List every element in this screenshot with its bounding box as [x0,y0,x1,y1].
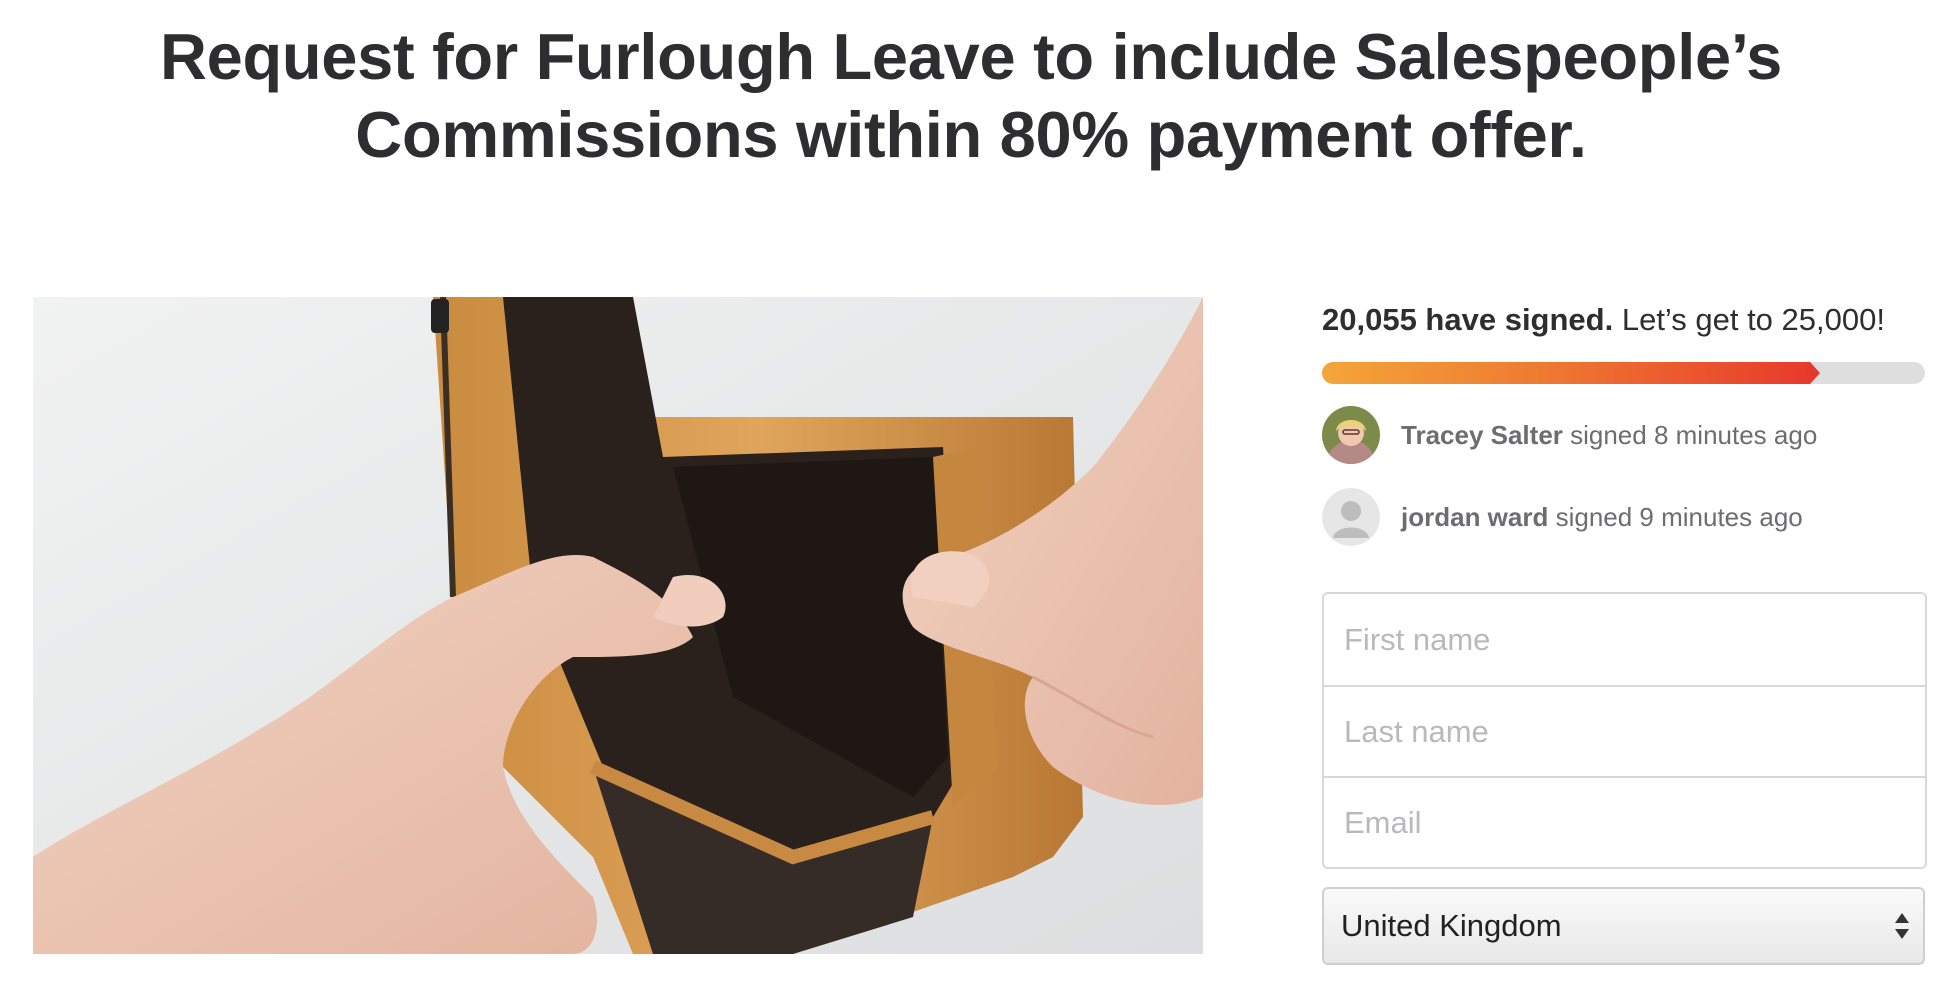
title-line-2: Commissions within 80% payment offer. [355,98,1587,171]
petition-title: Request for Furlough Leave to include Sa… [120,18,1822,174]
first-name-input[interactable] [1324,594,1925,685]
country-select-value: United Kingdom [1341,908,1562,943]
signer-avatar-photo [1322,406,1380,464]
signature-progress-bar [1322,362,1925,384]
signer-time: signed 9 minutes ago [1548,501,1803,532]
recent-signer: jordan ward signed 9 minutes ago [1322,488,1922,546]
recent-signer: Tracey Salter signed 8 minutes ago [1322,406,1922,464]
select-arrows-icon [1895,913,1909,939]
signer-name: Tracey Salter [1401,419,1563,450]
email-input[interactable] [1324,776,1925,867]
signature-goal: Let’s get to 25,000! [1613,302,1885,337]
signer-time: signed 8 minutes ago [1562,419,1818,450]
last-name-input[interactable] [1324,685,1925,776]
signature-panel: 20,055 have signed. Let’s get to 25,000!… [1322,297,1927,965]
signer-text: jordan ward signed 9 minutes ago [1401,502,1803,533]
signature-count: 20,055 have signed. [1322,302,1614,337]
signer-name: jordan ward [1401,501,1549,532]
petition-hero-image [33,297,1203,954]
signature-progress-text: 20,055 have signed. Let’s get to 25,000! [1322,297,1922,343]
signature-progress-fill [1322,362,1821,384]
signature-form [1322,592,1927,869]
country-select[interactable]: United Kingdom [1322,887,1925,965]
user-placeholder-icon [1322,488,1380,546]
signer-text: Tracey Salter signed 8 minutes ago [1401,420,1817,451]
title-line-1: Request for Furlough Leave to include Sa… [159,20,1783,93]
